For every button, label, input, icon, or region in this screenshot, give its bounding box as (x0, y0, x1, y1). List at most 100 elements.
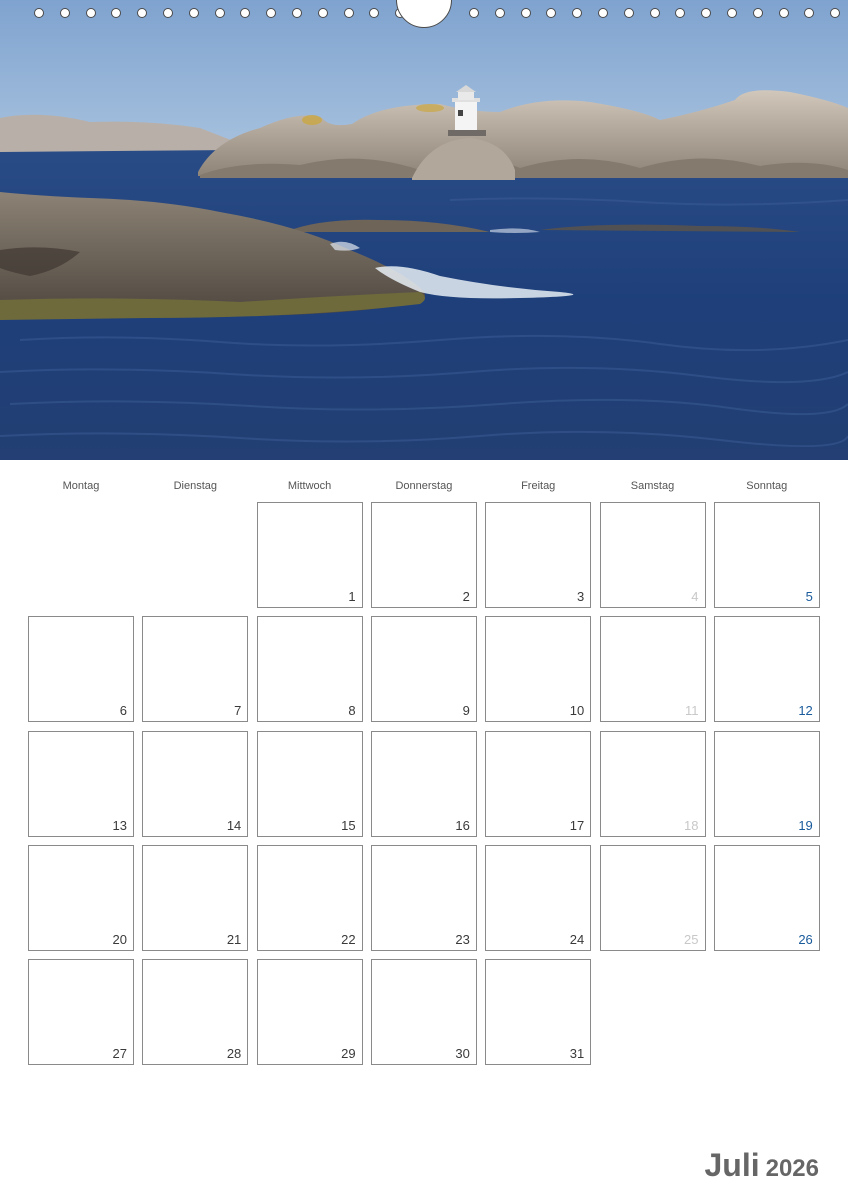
day-number: 24 (569, 931, 585, 947)
day-number: 29 (341, 1046, 356, 1062)
hanger-notch (396, 0, 452, 28)
weekday-label: Dienstag (173, 480, 217, 492)
day-cell[interactable]: 20 (28, 844, 134, 951)
day-number: 21 (226, 931, 242, 947)
binding-hole (830, 8, 841, 18)
weekday-label: Donnerstag (395, 480, 453, 492)
binding-hole (163, 8, 173, 18)
day-cell[interactable]: 8 (256, 616, 363, 723)
binding-hole (494, 8, 505, 18)
day-number: 27 (112, 1046, 127, 1062)
binding-hole (546, 8, 557, 18)
binding-hole (778, 8, 789, 18)
spiral-binding (0, 0, 848, 30)
binding-hole (34, 8, 44, 18)
weekday-label: Mittwoch (287, 480, 332, 492)
day-number: 14 (226, 817, 242, 833)
calendar-photo (0, 0, 848, 460)
day-number: 13 (112, 817, 127, 833)
day-cell[interactable]: 15 (256, 730, 363, 837)
day-cell[interactable]: 18 (599, 730, 706, 837)
day-cell[interactable]: 23 (370, 844, 477, 951)
binding-hole (572, 8, 583, 18)
day-number: 9 (462, 703, 470, 719)
day-cell[interactable]: 27 (28, 959, 134, 1066)
day-cell[interactable]: 1 (256, 502, 363, 608)
day-number: 20 (112, 931, 127, 947)
day-cell[interactable]: 2 (370, 502, 477, 608)
weekday-label: Freitag (521, 480, 556, 492)
day-cell[interactable]: 6 (28, 616, 134, 723)
day-number: 7 (234, 703, 242, 719)
binding-hole (343, 8, 354, 18)
day-cell[interactable]: 26 (713, 844, 820, 951)
binding-hole (804, 8, 815, 18)
day-cell[interactable]: 29 (256, 959, 363, 1066)
month-title: Juli 2026 (704, 1147, 819, 1184)
binding-hole (317, 8, 328, 18)
day-cell[interactable]: 13 (28, 730, 134, 837)
binding-hole (701, 8, 712, 18)
weekday-header: Montag Dienstag Mittwoch Donnerstag Freitag S… (28, 480, 820, 496)
day-number: 10 (569, 703, 585, 719)
day-number: 4 (691, 589, 699, 604)
day-cell[interactable]: 10 (485, 616, 592, 723)
day-cell[interactable]: 5 (713, 502, 820, 608)
day-cell[interactable]: 7 (142, 616, 249, 723)
day-number: 8 (348, 703, 356, 719)
binding-hole (188, 8, 199, 18)
day-cell[interactable]: 30 (370, 959, 477, 1066)
month-name: Juli (704, 1147, 760, 1183)
binding-hole (111, 8, 122, 18)
day-cell[interactable]: 11 (599, 616, 706, 723)
day-number: 3 (576, 589, 585, 604)
binding-hole (214, 8, 225, 18)
binding-hole (137, 8, 148, 18)
day-number: 17 (569, 817, 585, 833)
binding-hole (649, 8, 660, 18)
binding-hole (623, 8, 634, 18)
binding-hole (675, 8, 686, 18)
day-cell[interactable]: 9 (370, 616, 477, 723)
day-number: 26 (798, 931, 813, 947)
day-number: 23 (455, 931, 470, 947)
day-cell[interactable]: 4 (599, 502, 706, 608)
day-cell[interactable]: 25 (599, 844, 706, 951)
binding-hole (240, 8, 251, 18)
day-number: 18 (684, 817, 699, 833)
binding-hole (85, 8, 96, 18)
binding-hole (469, 8, 479, 18)
day-number: 2 (462, 589, 470, 604)
day-number: 28 (226, 1046, 242, 1062)
day-number: 6 (119, 703, 127, 719)
binding-hole (292, 8, 302, 18)
day-number: 22 (341, 931, 356, 947)
weekday-label: Montag (62, 480, 100, 492)
day-cell[interactable]: 24 (485, 844, 592, 951)
day-number: 12 (798, 703, 813, 719)
binding-hole (598, 8, 608, 18)
day-number: 19 (798, 817, 813, 833)
binding-hole (266, 8, 277, 18)
day-number: 11 (685, 703, 699, 719)
binding-hole (752, 8, 763, 18)
day-number: 25 (684, 931, 699, 947)
day-cell[interactable]: 21 (142, 844, 249, 951)
day-cell[interactable]: 14 (142, 730, 249, 837)
binding-hole (727, 8, 737, 18)
day-cell[interactable]: 28 (142, 959, 249, 1066)
day-cell[interactable]: 22 (256, 844, 363, 951)
day-cell[interactable]: 3 (485, 502, 592, 608)
day-number: 16 (455, 817, 470, 833)
day-number: 1 (348, 589, 356, 604)
month-year: 2026 (765, 1155, 819, 1182)
weekday-label: Sonntag (746, 480, 788, 492)
day-cell[interactable]: 31 (485, 959, 592, 1066)
day-cell[interactable]: 16 (370, 730, 477, 837)
day-cell[interactable]: 12 (713, 616, 820, 723)
binding-hole (59, 8, 70, 18)
day-cell[interactable]: 17 (485, 730, 592, 837)
day-cell[interactable]: 19 (713, 730, 820, 837)
binding-hole (369, 8, 380, 18)
day-number: 30 (455, 1046, 470, 1062)
